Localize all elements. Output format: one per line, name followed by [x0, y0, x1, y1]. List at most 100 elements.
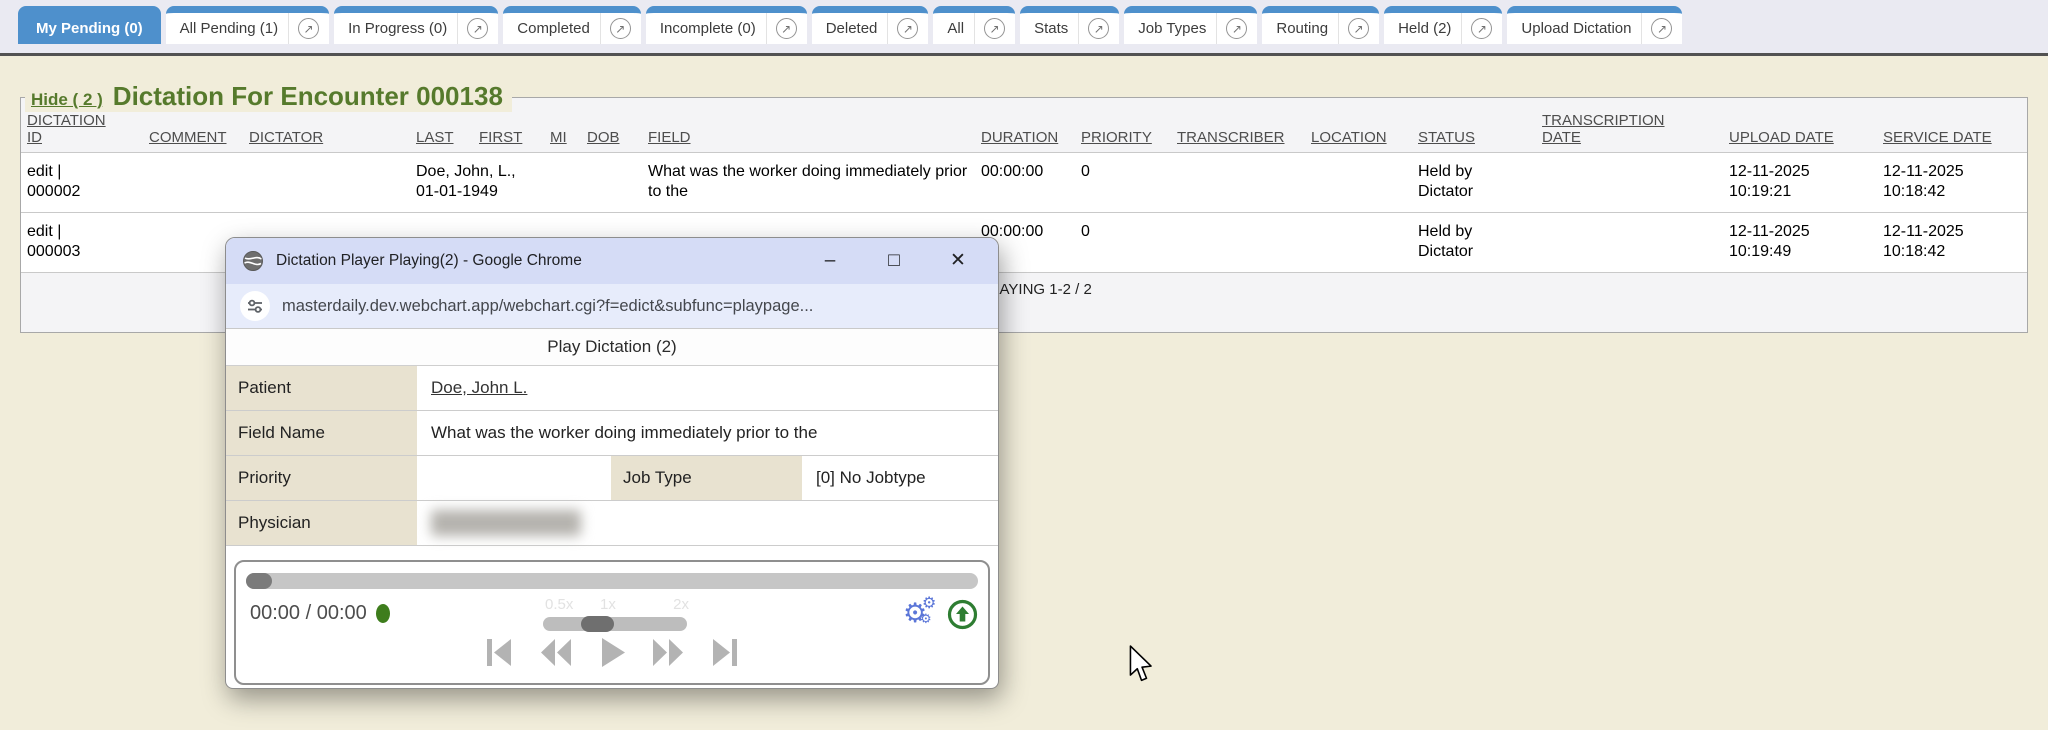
tab-bar: My Pending (0) All Pending (1) ↗ In Prog… — [0, 0, 2048, 56]
status-dot — [376, 604, 390, 623]
priority-label: Priority — [226, 456, 419, 500]
open-in-new-window-button[interactable]: ↗ — [288, 13, 329, 44]
cell-upload-date: 12-11-2025 10:19:21 — [1723, 153, 1877, 213]
site-settings-button[interactable] — [240, 291, 270, 321]
external-link-icon: ↗ — [1226, 18, 1247, 39]
col-mi[interactable]: MI — [544, 98, 581, 153]
progress-handle[interactable] — [246, 573, 272, 589]
upload-circle-icon[interactable] — [947, 599, 978, 630]
cell-priority: 0 — [1075, 213, 1171, 273]
cell-dictation-id[interactable]: edit | 000002 — [21, 153, 143, 213]
playback-progress-bar[interactable] — [246, 573, 978, 589]
tab-incomplete[interactable]: Incomplete (0) ↗ — [646, 6, 807, 44]
tab-label: Job Types — [1124, 20, 1216, 37]
patient-label: Patient — [226, 366, 419, 410]
time-display: 00:00 / 00:00 — [250, 602, 367, 625]
col-duration[interactable]: DURATION — [975, 98, 1075, 153]
external-link-icon: ↗ — [1651, 18, 1672, 39]
col-status[interactable]: STATUS — [1412, 98, 1536, 153]
play-button[interactable] — [599, 638, 625, 667]
minimize-button[interactable]: – — [798, 238, 862, 284]
cell-upload-date: 12-11-2025 10:19:49 — [1723, 213, 1877, 273]
speed-slider-handle[interactable] — [581, 616, 614, 632]
settings-gears-icon[interactable]: ⚙ ⚙ ⚙ — [903, 598, 939, 630]
play-dictation-heading: Play Dictation (2) — [226, 329, 998, 366]
field-name-value: What was the worker doing immediately pr… — [419, 411, 998, 455]
rewind-button[interactable] — [539, 639, 573, 666]
tab-job-types[interactable]: Job Types ↗ — [1124, 6, 1257, 44]
cell-location — [1305, 153, 1412, 213]
col-field[interactable]: FIELD — [642, 98, 975, 153]
patient-link[interactable]: Doe, John L. — [431, 378, 527, 398]
dictation-player-window: Dictation Player Playing(2) - Google Chr… — [225, 237, 999, 689]
patient-row: Patient Doe, John L. — [226, 366, 998, 411]
cell-status: Held by Dictator — [1412, 153, 1536, 213]
tab-label: Routing — [1262, 20, 1338, 37]
external-link-icon: ↗ — [776, 18, 797, 39]
tab-label: All Pending (1) — [166, 20, 288, 37]
open-in-new-window-button[interactable]: ↗ — [974, 13, 1015, 44]
skip-to-end-button[interactable] — [711, 639, 739, 666]
open-in-new-window-button[interactable]: ↗ — [1216, 13, 1257, 44]
cell-transcription-date — [1536, 213, 1723, 273]
open-in-new-window-button[interactable]: ↗ — [457, 13, 498, 44]
tab-all[interactable]: All ↗ — [933, 6, 1015, 44]
window-title: Dictation Player Playing(2) - Google Chr… — [276, 252, 582, 270]
tab-label: Completed — [503, 20, 600, 37]
tab-label: Upload Dictation — [1507, 20, 1641, 37]
cell-transcriber — [1171, 213, 1305, 273]
open-in-new-window-button[interactable]: ↗ — [1461, 13, 1502, 44]
open-in-new-window-button[interactable]: ↗ — [600, 13, 641, 44]
col-location[interactable]: LOCATION — [1305, 98, 1412, 153]
cell-dictator — [243, 153, 410, 213]
speed-label-05x: 0.5x — [545, 596, 573, 613]
url-bar: masterdaily.dev.webchart.app/webchart.cg… — [226, 284, 998, 329]
cell-transcriber — [1171, 153, 1305, 213]
cell-service-date: 12-11-2025 10:18:42 — [1877, 153, 2027, 213]
close-button[interactable]: ✕ — [926, 238, 990, 284]
physician-label: Physician — [226, 501, 419, 545]
redacted-physician-name — [431, 510, 581, 536]
window-title-bar[interactable]: Dictation Player Playing(2) - Google Chr… — [226, 238, 998, 284]
tab-upload-dictation[interactable]: Upload Dictation ↗ — [1507, 6, 1682, 44]
open-in-new-window-button[interactable]: ↗ — [766, 13, 807, 44]
external-link-icon: ↗ — [467, 18, 488, 39]
skip-to-start-button[interactable] — [485, 639, 513, 666]
tab-held[interactable]: Held (2) ↗ — [1384, 6, 1502, 44]
tab-in-progress[interactable]: In Progress (0) ↗ — [334, 6, 498, 44]
tab-my-pending[interactable]: My Pending (0) — [18, 6, 161, 44]
tab-label: Incomplete (0) — [646, 20, 766, 37]
fast-forward-button[interactable] — [651, 639, 685, 666]
priority-jobtype-row: Priority Job Type [0] No Jobtype — [226, 456, 998, 501]
tab-label: In Progress (0) — [334, 20, 457, 37]
col-priority[interactable]: PRIORITY — [1075, 98, 1171, 153]
tab-stats[interactable]: Stats ↗ — [1020, 6, 1119, 44]
page-url[interactable]: masterdaily.dev.webchart.app/webchart.cg… — [282, 297, 813, 316]
page-title: Dictation For Encounter 000138 — [113, 81, 503, 112]
col-transcription-date[interactable]: TRANSCRIPTION DATE — [1536, 98, 1723, 153]
cell-transcription-date — [1536, 153, 1723, 213]
open-in-new-window-button[interactable]: ↗ — [1338, 13, 1379, 44]
external-link-icon: ↗ — [1348, 18, 1369, 39]
col-upload-date[interactable]: UPLOAD DATE — [1723, 98, 1877, 153]
col-transcriber[interactable]: TRANSCRIBER — [1171, 98, 1305, 153]
hide-section-link[interactable]: Hide ( 2 ) — [31, 90, 103, 110]
job-type-label: Job Type — [611, 456, 804, 500]
speed-slider[interactable] — [543, 617, 687, 631]
tab-deleted[interactable]: Deleted ↗ — [812, 6, 929, 44]
priority-value — [419, 456, 611, 500]
tab-all-pending[interactable]: All Pending (1) ↗ — [166, 6, 329, 44]
cell-location — [1305, 213, 1412, 273]
globe-icon — [242, 250, 264, 272]
cell-dictation-id[interactable]: edit | 000003 — [21, 213, 143, 273]
tab-routing[interactable]: Routing ↗ — [1262, 6, 1379, 44]
tune-icon — [246, 297, 264, 315]
col-dob[interactable]: DOB — [581, 98, 642, 153]
col-service-date[interactable]: SERVICE DATE — [1877, 98, 2027, 153]
tab-completed[interactable]: Completed ↗ — [503, 6, 641, 44]
maximize-button[interactable]: □ — [862, 238, 926, 284]
open-in-new-window-button[interactable]: ↗ — [1078, 13, 1119, 44]
open-in-new-window-button[interactable]: ↗ — [1641, 13, 1682, 44]
open-in-new-window-button[interactable]: ↗ — [887, 13, 928, 44]
external-link-icon: ↗ — [984, 18, 1005, 39]
